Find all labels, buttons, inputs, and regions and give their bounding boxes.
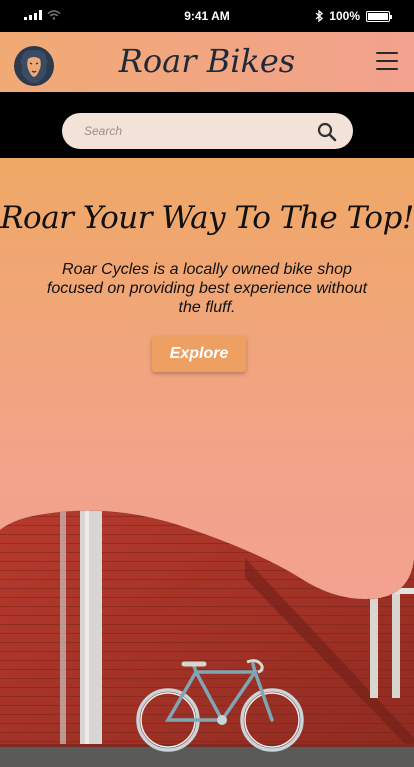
search-icon[interactable] bbox=[317, 122, 337, 142]
menu-line bbox=[376, 52, 398, 54]
hero-description: Roar Cycles is a locally owned bike shop… bbox=[46, 261, 368, 316]
hero-title: Roar Your Way To The Top! bbox=[0, 200, 414, 236]
hero-section: Roar Your Way To The Top! Roar Cycles is… bbox=[0, 158, 414, 767]
menu-line bbox=[376, 68, 398, 70]
battery-percent: 100% bbox=[329, 9, 360, 23]
menu-line bbox=[376, 60, 398, 62]
search-bar bbox=[0, 92, 414, 158]
bike-photo bbox=[0, 510, 414, 767]
status-right: 100% bbox=[315, 9, 392, 23]
status-bar: 9:41 AM 100% bbox=[0, 0, 414, 32]
search-field[interactable] bbox=[62, 113, 353, 149]
explore-button[interactable]: Explore bbox=[152, 336, 246, 372]
brand-title: Roar Bikes bbox=[118, 42, 296, 80]
battery-icon bbox=[366, 10, 392, 22]
hamburger-menu-icon[interactable] bbox=[376, 52, 398, 72]
search-input[interactable] bbox=[84, 122, 304, 140]
bluetooth-icon bbox=[315, 10, 324, 22]
app-header: Roar Bikes bbox=[0, 32, 414, 92]
battery-fill bbox=[368, 12, 388, 20]
